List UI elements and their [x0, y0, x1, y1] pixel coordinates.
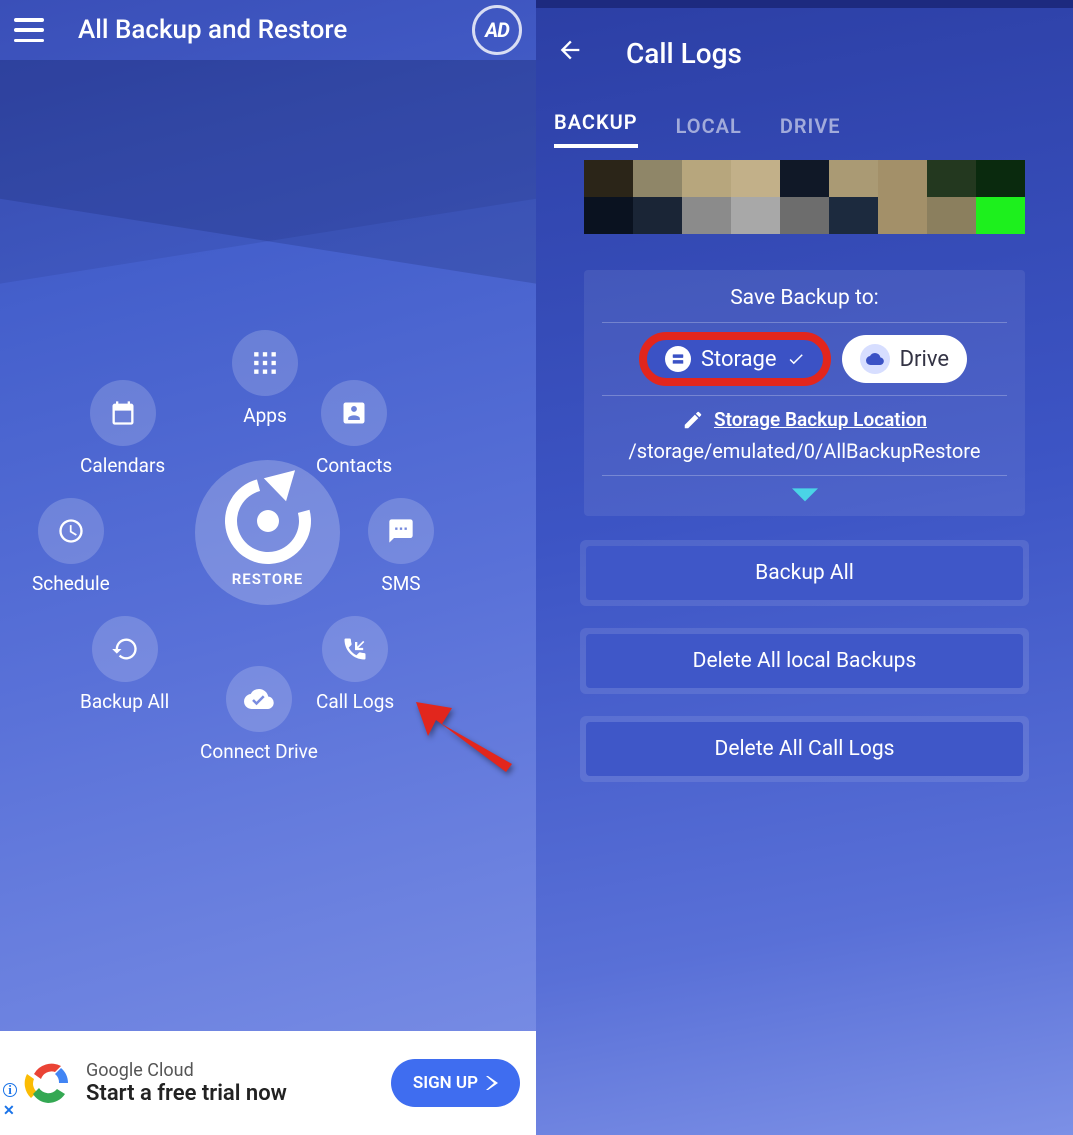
left-header: All Backup and Restore AD — [0, 0, 536, 60]
calendar-icon — [90, 380, 156, 446]
destination-row: Storage Drive — [602, 335, 1007, 383]
schedule-button[interactable]: Schedule — [32, 498, 110, 595]
header-decoration — [0, 60, 536, 320]
schedule-label: Schedule — [32, 572, 110, 595]
connect-drive-button[interactable]: Connect Drive — [200, 666, 318, 763]
delete-logs-button[interactable]: Delete All Call Logs — [586, 722, 1023, 776]
expand-icon[interactable] — [602, 488, 1007, 508]
contacts-label: Contacts — [316, 454, 392, 477]
actions: Backup All Delete All local Backups Dele… — [580, 540, 1029, 782]
app-title: All Backup and Restore — [78, 15, 347, 45]
restore-center-button[interactable]: RESTORE — [195, 460, 340, 605]
connect-drive-label: Connect Drive — [200, 740, 318, 763]
menu-icon[interactable] — [14, 18, 44, 42]
google-cloud-icon — [24, 1059, 72, 1107]
back-arrow-icon[interactable] — [556, 34, 584, 72]
ad-line1: Google Cloud — [86, 1060, 287, 1081]
apps-button[interactable]: Apps — [232, 330, 298, 427]
storage-label: Storage — [701, 347, 777, 372]
cloud-icon — [860, 344, 890, 374]
calendars-button[interactable]: Calendars — [80, 380, 165, 477]
contacts-icon — [321, 380, 387, 446]
screen-title: Call Logs — [626, 37, 742, 70]
ad-line2: Start a free trial now — [86, 1081, 287, 1106]
check-icon — [787, 350, 805, 368]
backup-path: /storage/emulated/0/AllBackupRestore — [602, 439, 1007, 463]
home-screen: All Backup and Restore AD Apps Calendars… — [0, 0, 536, 1135]
apps-label: Apps — [232, 404, 298, 427]
drive-pill[interactable]: Drive — [842, 335, 967, 383]
backup-all-action-button[interactable]: Backup All — [586, 546, 1023, 600]
restore-arc-icon — [225, 478, 311, 564]
backup-all-button[interactable]: Backup All — [80, 616, 169, 713]
drive-label: Drive — [900, 347, 949, 372]
cloud-check-icon — [226, 666, 292, 732]
ad-text: Google Cloud Start a free trial now — [86, 1060, 287, 1106]
location-row[interactable]: Storage Backup Location — [602, 408, 1007, 431]
sms-label: SMS — [368, 572, 434, 595]
save-to-label: Save Backup to: — [602, 286, 1007, 310]
call-logs-screen: Call Logs BACKUP LOCAL DRIVE Save Backup… — [536, 0, 1073, 1135]
grid-icon — [232, 330, 298, 396]
tabs: BACKUP LOCAL DRIVE — [536, 98, 1073, 148]
calendars-label: Calendars — [80, 454, 165, 477]
phone-incoming-icon — [322, 616, 388, 682]
storage-pill[interactable]: Storage — [642, 335, 828, 383]
redacted-image — [584, 160, 1025, 234]
call-logs-label: Call Logs — [316, 690, 394, 713]
contacts-button[interactable]: Contacts — [316, 380, 392, 477]
ad-close-icon[interactable]: ✕ — [3, 1103, 15, 1119]
tab-drive[interactable]: DRIVE — [780, 114, 841, 148]
status-bar — [536, 0, 1073, 8]
storage-icon — [665, 346, 691, 372]
delete-local-button[interactable]: Delete All local Backups — [586, 634, 1023, 688]
ad-badge-icon[interactable]: AD — [472, 5, 522, 55]
right-header: Call Logs — [536, 8, 1073, 98]
signup-button[interactable]: SIGN UP — [391, 1059, 520, 1107]
backup-destination-card: Save Backup to: Storage Drive Storage Ba… — [584, 270, 1025, 516]
restore-icon — [92, 616, 158, 682]
tab-local[interactable]: LOCAL — [676, 114, 742, 148]
clock-icon — [38, 498, 104, 564]
ad-banner[interactable]: i ✕ Google Cloud Start a free trial now … — [0, 1031, 536, 1135]
radial-menu: Apps Calendars Contacts Schedule SMS Bac… — [0, 330, 536, 780]
location-label: Storage Backup Location — [714, 408, 927, 431]
chevron-right-icon — [486, 1076, 498, 1090]
call-logs-button[interactable]: Call Logs — [316, 616, 394, 713]
ad-info-icon[interactable]: i — [3, 1083, 17, 1097]
tab-backup[interactable]: BACKUP — [554, 110, 638, 148]
signup-label: SIGN UP — [413, 1073, 478, 1093]
sms-button[interactable]: SMS — [368, 498, 434, 595]
pencil-icon — [682, 409, 704, 431]
restore-label: RESTORE — [232, 570, 304, 588]
sms-icon — [368, 498, 434, 564]
backup-all-label: Backup All — [80, 690, 169, 713]
